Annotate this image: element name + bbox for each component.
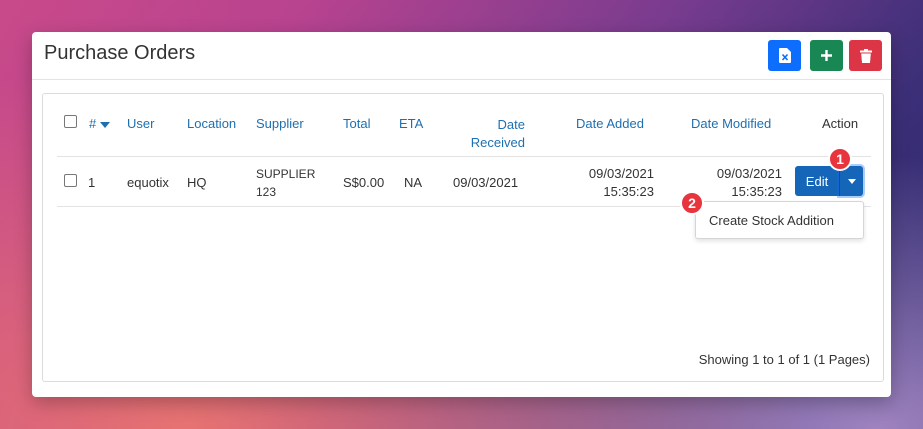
cell-date-modified: 09/03/2021 15:35:23 <box>716 166 782 199</box>
create-stock-addition-item[interactable]: Create Stock Addition <box>709 213 834 228</box>
column-total[interactable]: Total <box>343 116 370 131</box>
column-supplier[interactable]: Supplier <box>256 116 304 131</box>
cell-date-received: 09/03/2021 <box>453 175 519 190</box>
cell-total: S$0.00 <box>343 175 385 190</box>
column-location[interactable]: Location <box>187 116 236 131</box>
cell-location: HQ <box>187 175 207 190</box>
cell-number: 1 <box>88 175 96 190</box>
sort-caret-icon <box>100 121 111 128</box>
table-panel: # User Location Supplier Total ETA Date … <box>42 93 884 382</box>
add-button[interactable] <box>810 40 843 71</box>
file-excel-icon <box>778 48 791 63</box>
cell-supplier: SUPPLIER 123 <box>256 167 316 199</box>
pagination-summary: Showing 1 to 1 of 1 (1 Pages) <box>698 352 870 367</box>
export-excel-button[interactable] <box>768 40 801 71</box>
annotation-badge-1: 1 <box>828 147 852 171</box>
page-title: Purchase Orders <box>44 42 196 64</box>
plus-icon <box>821 50 832 61</box>
delete-button[interactable] <box>849 40 882 71</box>
row-checkbox[interactable] <box>64 174 77 187</box>
column-user[interactable]: User <box>127 116 154 131</box>
action-dropdown-menu: Create Stock Addition <box>695 201 864 239</box>
header-divider <box>57 156 871 157</box>
column-number-sort[interactable]: # <box>89 116 111 131</box>
purchase-orders-card: Purchase Orders # User Location Supplier… <box>32 32 891 397</box>
cell-eta: NA <box>404 175 423 190</box>
column-date-modified[interactable]: Date Modified <box>691 116 771 131</box>
column-action: Action <box>822 116 859 131</box>
select-all-checkbox[interactable] <box>64 115 77 128</box>
card-header: Purchase Orders <box>32 32 891 80</box>
trash-icon <box>859 48 872 63</box>
cell-user: equotix <box>127 175 169 190</box>
caret-down-icon <box>847 178 856 184</box>
cell-date-added: 09/03/2021 15:35:23 <box>588 166 654 199</box>
column-eta[interactable]: ETA <box>399 116 423 131</box>
annotation-badge-2: 2 <box>680 191 704 215</box>
column-date-received[interactable]: Date Received <box>445 116 525 152</box>
edit-button[interactable]: Edit <box>795 166 839 196</box>
column-date-added[interactable]: Date Added <box>576 116 644 131</box>
